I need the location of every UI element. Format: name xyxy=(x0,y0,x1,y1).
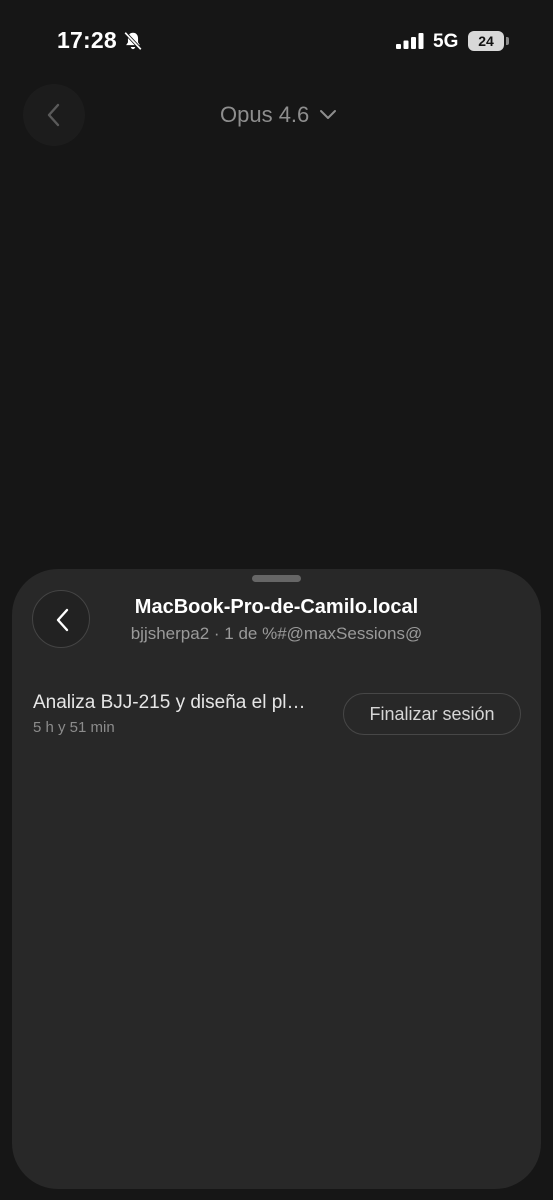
end-session-button[interactable]: Finalizar sesión xyxy=(343,693,521,735)
session-duration: 5 h y 51 min xyxy=(33,719,115,736)
signal-bars-icon xyxy=(396,33,424,49)
status-bar: 17:28 5G 24 xyxy=(0,0,553,84)
host-subtitle: bjjsherpa2 · 1 de %#@maxSessions@ xyxy=(130,624,423,643)
host-title: MacBook-Pro-de-Camilo.local xyxy=(134,596,419,618)
network-type: 5G xyxy=(433,31,459,52)
model-selector[interactable]: Opus 4.6 xyxy=(220,98,337,132)
battery-icon: 24 xyxy=(468,31,504,51)
sessions-sheet: MacBook-Pro-de-Camilo.local bjjsherpa2 ·… xyxy=(12,569,541,1189)
app-screen: 17:28 5G 24 Opus 4.6 MacBook-Pro-de-Cami… xyxy=(0,0,553,1200)
session-row: Analiza BJJ-215 y diseña el pl… 5 h y 51… xyxy=(33,689,521,745)
chevron-left-icon xyxy=(47,103,60,127)
session-title: Analiza BJJ-215 y diseña el pl… xyxy=(33,692,306,713)
chevron-down-icon xyxy=(320,110,337,119)
bell-slash-icon xyxy=(124,31,142,51)
back-button[interactable] xyxy=(23,84,85,146)
battery-nub xyxy=(506,37,509,45)
sheet-grabber[interactable] xyxy=(252,575,301,582)
status-time: 17:28 xyxy=(57,27,117,53)
model-name: Opus 4.6 xyxy=(220,102,310,127)
